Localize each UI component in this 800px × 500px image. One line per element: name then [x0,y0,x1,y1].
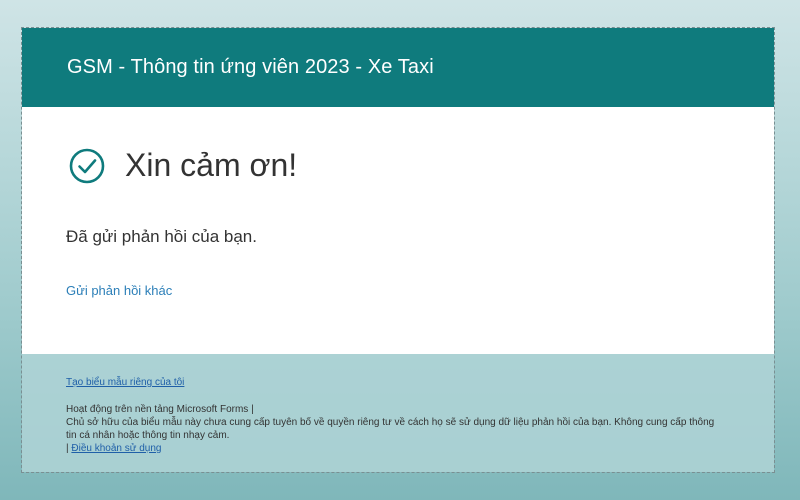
form-card: GSM - Thông tin ứng viên 2023 - Xe Taxi … [21,27,775,473]
powered-by-text: Hoạt động trên nền tảng Microsoft Forms … [66,404,254,415]
thanks-heading: Xin cảm ơn! [125,147,298,183]
form-footer: Tạo biểu mẫu riêng của tôi Hoạt động trê… [22,354,774,472]
terms-row: | Điều khoản sử dụng [66,442,726,455]
submitted-message: Đã gửi phản hồi của bạn. [66,227,257,246]
privacy-notice-text: Chủ sở hữu của biểu mẫu này chưa cung cấ… [66,417,715,441]
confirmation-panel: Xin cảm ơn! Đã gửi phản hồi của bạn. Gửi… [22,107,774,354]
create-own-form-link[interactable]: Tạo biểu mẫu riêng của tôi [66,376,184,389]
footer-content: Tạo biểu mẫu riêng của tôi Hoạt động trê… [66,376,726,455]
form-header: GSM - Thông tin ứng viên 2023 - Xe Taxi [22,28,774,107]
submit-another-response-link[interactable]: Gửi phản hồi khác [66,283,172,298]
check-circle-icon [69,148,105,184]
thanks-row: Xin cảm ơn! [69,147,297,184]
terms-of-use-link[interactable]: Điều khoản sử dụng [71,443,161,454]
form-title: GSM - Thông tin ứng viên 2023 - Xe Taxi [67,56,434,78]
terms-separator: | [66,443,69,454]
